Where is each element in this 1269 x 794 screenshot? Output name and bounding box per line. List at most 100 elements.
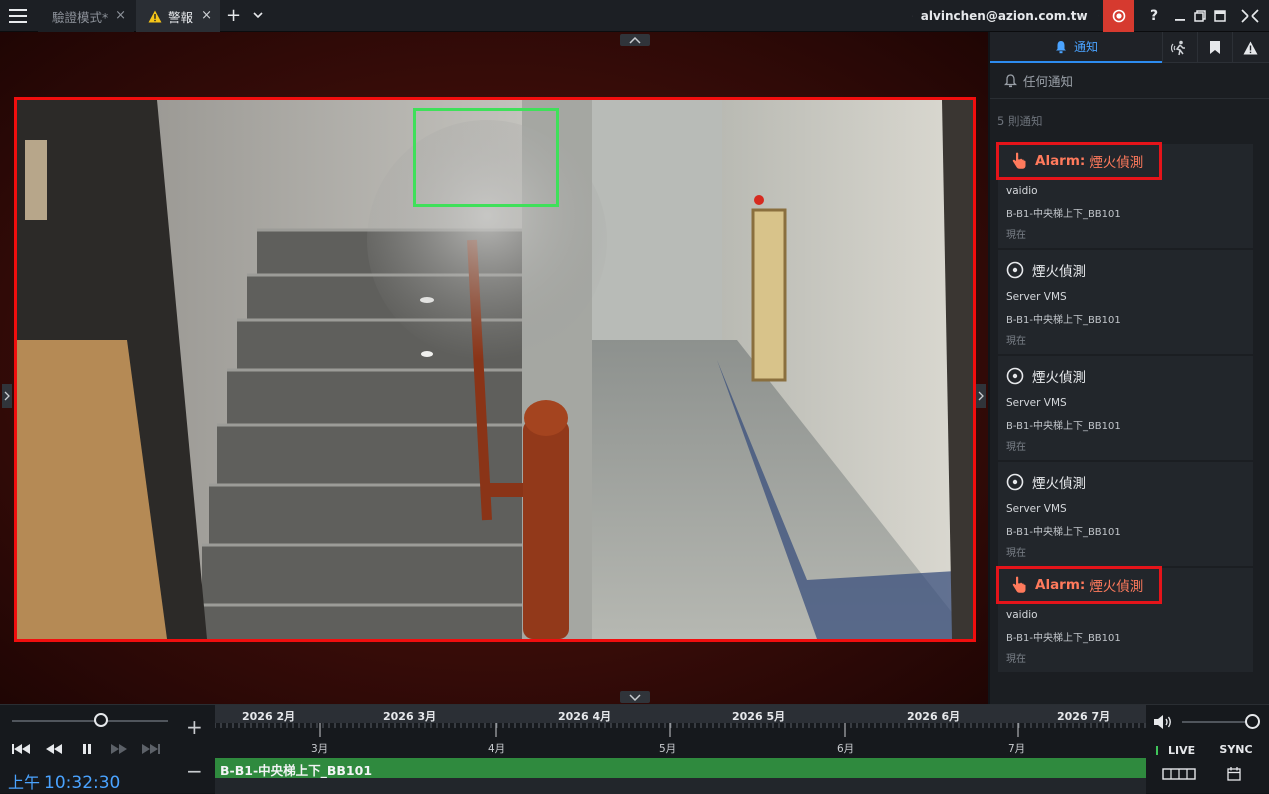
notification-card[interactable]: 煙火偵測 Server VMS B-B1-中央梯上下_BB101 現在 [998, 356, 1253, 460]
notification-time: 現在 [1006, 332, 1026, 347]
notification-location: B-B1-中央梯上下_BB101 [1006, 205, 1121, 220]
collapse-bottom-button[interactable] [620, 691, 650, 703]
alarm-prefix: Alarm: [1035, 577, 1085, 593]
speed-slider-handle[interactable] [94, 713, 108, 727]
sync-button[interactable]: SYNC [1214, 741, 1258, 759]
notification-time: 現在 [1006, 650, 1026, 665]
layout-icon[interactable] [1162, 767, 1196, 781]
ruler-label: 3月 [311, 741, 328, 756]
notification-card[interactable]: Alarm: 煙火偵測 vaidio B-B1-中央梯上下_BB101 現在 [998, 568, 1253, 672]
record-button[interactable] [1103, 0, 1134, 32]
expand-right-button[interactable] [976, 384, 986, 408]
timeline-ruler[interactable]: 3月 4月 5月 6月 7月 [215, 723, 1146, 759]
month-label: 2026 2月 [242, 708, 295, 724]
time-value: 10:32:30 [44, 773, 120, 793]
notification-card[interactable]: 煙火偵測 Server VMS B-B1-中央梯上下_BB101 現在 [998, 250, 1253, 354]
smoke-detection-box [413, 108, 559, 207]
month-label: 2026 7月 [1057, 708, 1110, 724]
maximize-button[interactable] [1208, 0, 1232, 32]
warning-icon [148, 10, 162, 23]
volume-slider-track[interactable] [1182, 721, 1252, 723]
live-indicator [1156, 746, 1158, 755]
time-ampm: 上午 [8, 773, 40, 792]
speed-slider-track[interactable] [12, 720, 168, 722]
notification-source: Server VMS [1006, 503, 1067, 515]
restore-icon [1194, 10, 1206, 22]
current-time: 上午10:32:30 [8, 769, 120, 793]
motion-icon [1171, 40, 1189, 56]
ruler-label: 4月 [488, 741, 505, 756]
panel-scrollbar[interactable] [1255, 99, 1269, 704]
skip-back-icon [11, 743, 31, 755]
menu-icon[interactable] [9, 9, 27, 23]
track-area [215, 778, 1146, 794]
notification-panel: 通知 任何通知 5 則通知 Alarm: 煙火偵測 vaidio B-B1-中央… [990, 32, 1269, 704]
record-icon [1112, 9, 1126, 23]
add-tab-button[interactable]: + [226, 5, 241, 26]
timeline-bar: 上午10:32:30 + − 2026 2月 2026 3月 2026 4月 2… [0, 704, 1269, 793]
ruler-ticks [215, 723, 1146, 741]
tab-label: 警報 [168, 7, 193, 26]
notification-location: B-B1-中央梯上下_BB101 [1006, 417, 1121, 432]
video-viewport [0, 32, 988, 704]
help-icon: ? [1150, 8, 1158, 24]
notification-title: 煙火偵測 [1032, 472, 1086, 492]
camera-feed[interactable] [14, 97, 976, 642]
notification-source: vaidio [1006, 609, 1038, 621]
notification-count: 5 則通知 [990, 99, 1269, 143]
skip-end-button[interactable] [140, 741, 162, 757]
bell-icon [1054, 40, 1068, 54]
collapse-top-button[interactable] [620, 34, 650, 46]
fast-forward-icon [110, 743, 128, 755]
bell-icon [1004, 74, 1017, 88]
notification-location: B-B1-中央梯上下_BB101 [1006, 523, 1121, 538]
volume-icon[interactable] [1153, 714, 1175, 730]
tab-close-icon[interactable]: × [115, 8, 126, 23]
alarm-prefix: Alarm: [1035, 153, 1085, 169]
tab-verification-mode[interactable]: 驗證模式* × [38, 0, 134, 32]
chevron-down-icon[interactable] [252, 8, 264, 22]
pause-button[interactable] [76, 741, 98, 757]
warning-icon [1243, 41, 1258, 55]
hand-pointer-icon [1011, 152, 1027, 170]
tab-notifications-label: 通知 [1074, 38, 1098, 55]
chevron-up-icon [629, 37, 641, 44]
tab-alerts[interactable] [1232, 32, 1267, 63]
tab-notifications[interactable]: 通知 [990, 32, 1162, 63]
notification-time: 現在 [1006, 226, 1026, 241]
live-button[interactable]: LIVE [1152, 741, 1204, 759]
event-target-icon [1006, 473, 1024, 491]
notification-source: Server VMS [1006, 397, 1067, 409]
zoom-out-button[interactable]: − [186, 759, 203, 783]
rewind-button[interactable] [43, 741, 65, 757]
help-button[interactable]: ? [1142, 0, 1166, 32]
panel-tabs: 通知 [990, 32, 1269, 63]
tab-close-icon[interactable]: × [201, 8, 212, 23]
month-label: 2026 6月 [907, 708, 960, 724]
fullscreen-exit-button[interactable] [1238, 0, 1262, 32]
notification-filter[interactable]: 任何通知 [990, 63, 1269, 99]
account-menu[interactable]: alvinchen@azion.com.tw [912, 0, 1098, 32]
volume-slider-handle[interactable] [1245, 714, 1260, 729]
alarm-title: 煙火偵測 [1089, 151, 1143, 171]
alarm-header: Alarm: 煙火偵測 [996, 142, 1162, 180]
skip-start-button[interactable] [10, 741, 32, 757]
tab-alarm[interactable]: 警報 × [136, 0, 220, 32]
fast-forward-button[interactable] [108, 741, 130, 757]
tab-motion[interactable] [1162, 32, 1197, 63]
notification-card[interactable]: 煙火偵測 Server VMS B-B1-中央梯上下_BB101 現在 [998, 462, 1253, 566]
tab-bookmarks[interactable] [1197, 32, 1232, 63]
chevron-right-icon [4, 391, 10, 401]
expand-left-button[interactable] [2, 384, 12, 408]
calendar-icon[interactable] [1226, 766, 1242, 782]
notification-source: vaidio [1006, 185, 1038, 197]
ruler-label: 7月 [1008, 741, 1025, 756]
camera-track[interactable]: B-B1-中央梯上下_BB101 [215, 758, 1146, 778]
zoom-in-button[interactable]: + [186, 715, 203, 739]
pause-icon [81, 743, 93, 755]
notification-card[interactable]: Alarm: 煙火偵測 vaidio B-B1-中央梯上下_BB101 現在 [998, 144, 1253, 248]
chevron-down-icon [629, 694, 641, 701]
hand-pointer-icon [1011, 576, 1027, 594]
live-label: LIVE [1168, 744, 1195, 757]
fullscreen-exit-icon [1241, 9, 1259, 23]
